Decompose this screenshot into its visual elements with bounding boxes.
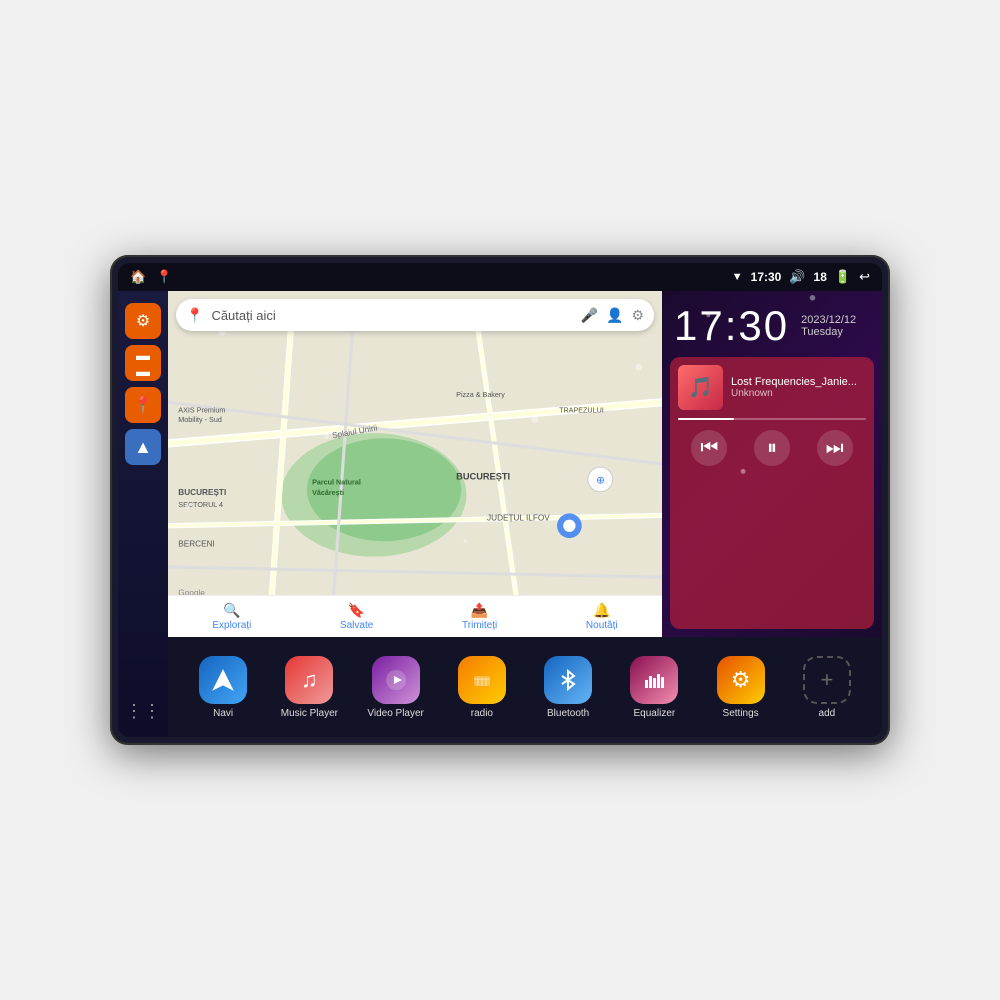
app-grid: Navi ♫ Music Player Video Player	[168, 637, 882, 737]
app-music-player[interactable]: ♫ Music Player	[279, 656, 339, 719]
status-bar: 🏠 📍 ▼ 17:30 🔊 18 🔋 ↩	[118, 263, 882, 291]
device-screen: 🏠 📍 ▼ 17:30 🔊 18 🔋 ↩ ⚙ ▬▬ 📍 ▲ ⋮⋮	[118, 263, 882, 737]
app-bluetooth[interactable]: Bluetooth	[538, 656, 598, 719]
music-title: Lost Frequencies_Janie...	[731, 376, 866, 388]
sidebar: ⚙ ▬▬ 📍 ▲ ⋮⋮	[118, 291, 168, 737]
app-label-eq: Equalizer	[634, 708, 676, 719]
sidebar-folder[interactable]: ▬▬	[125, 345, 161, 381]
clock-section: 17:30 2023/12/12 Tuesday	[662, 291, 882, 357]
right-panel: 17:30 2023/12/12 Tuesday 🎵	[662, 291, 882, 637]
prev-button[interactable]: ⏮	[691, 430, 727, 466]
map-saved[interactable]: 🔖 Salvate	[340, 602, 373, 631]
app-icon-music: ♫	[285, 656, 333, 704]
clock-date: 2023/12/12	[801, 314, 856, 326]
next-button[interactable]: ⏭	[817, 430, 853, 466]
options-icon[interactable]: ⚙	[631, 307, 644, 324]
app-icon-navi	[199, 656, 247, 704]
app-label-video: Video Player	[367, 708, 424, 719]
svg-text:TRAPEZULUI: TRAPEZULUI	[559, 406, 604, 415]
app-icon-settings: ⚙	[717, 656, 765, 704]
app-video-player[interactable]: Video Player	[366, 656, 426, 719]
svg-text:Parcul Natural: Parcul Natural	[312, 478, 361, 487]
music-progress-bar[interactable]	[678, 418, 866, 420]
app-label-radio: radio	[471, 708, 493, 719]
gps-icon[interactable]: 📍	[156, 269, 172, 285]
svg-text:JUDEȚUL ILFOV: JUDEȚUL ILFOV	[487, 514, 550, 523]
google-maps-icon: 📍	[186, 307, 203, 324]
svg-text:Mobility - Sud: Mobility - Sud	[178, 415, 222, 424]
app-navi[interactable]: Navi	[193, 656, 253, 719]
svg-text:Pizza & Bakery: Pizza & Bakery	[456, 390, 505, 399]
device-outer: 🏠 📍 ▼ 17:30 🔊 18 🔋 ↩ ⚙ ▬▬ 📍 ▲ ⋮⋮	[110, 255, 890, 745]
app-label-add: add	[819, 708, 836, 719]
map-explore[interactable]: 🔍 Explorați	[212, 602, 251, 631]
app-label-settings: Settings	[723, 708, 759, 719]
map-bottom-bar: 🔍 Explorați 🔖 Salvate 📤 Trimiteți	[168, 595, 662, 637]
music-artist: Unknown	[731, 388, 866, 399]
app-label-navi: Navi	[213, 708, 233, 719]
map-search-bar[interactable]: 📍 Căutați aici 🎤 👤 ⚙	[176, 299, 654, 331]
battery-level: 18	[814, 270, 827, 284]
music-controls: ⏮ ⏸ ⏭	[678, 430, 866, 466]
status-time: 17:30	[751, 270, 782, 284]
sidebar-navigate[interactable]: ▲	[125, 429, 161, 465]
album-art: 🎵	[678, 365, 723, 410]
map-area[interactable]: Splaiul Unirii BUCUREȘTI SECTORUL 4 BUCU…	[168, 291, 662, 637]
svg-text:BUCUREȘTI: BUCUREȘTI	[178, 488, 226, 497]
app-radio[interactable]: radio	[452, 656, 512, 719]
svg-text:AXIS Premium: AXIS Premium	[178, 406, 225, 415]
app-icon-video	[372, 656, 420, 704]
app-label-music: Music Player	[281, 708, 338, 719]
search-input-text[interactable]: Căutați aici	[211, 308, 572, 323]
app-icon-radio	[458, 656, 506, 704]
mic-icon[interactable]: 🎤	[581, 307, 598, 324]
back-icon[interactable]: ↩	[859, 269, 870, 285]
volume-icon: 🔊	[789, 269, 805, 285]
svg-text:⊕: ⊕	[596, 476, 605, 487]
svg-text:SECTORUL 4: SECTORUL 4	[178, 500, 223, 509]
sidebar-apps[interactable]: ⋮⋮	[125, 693, 161, 729]
play-pause-button[interactable]: ⏸	[754, 430, 790, 466]
home-icon[interactable]: 🏠	[130, 269, 146, 285]
sidebar-map[interactable]: 📍	[125, 387, 161, 423]
map-share[interactable]: 📤 Trimiteți	[462, 602, 497, 631]
app-label-bluetooth: Bluetooth	[547, 708, 589, 719]
clock-time: 17:30	[674, 305, 789, 347]
app-icon-add: +	[803, 656, 851, 704]
app-settings[interactable]: ⚙ Settings	[711, 656, 771, 719]
svg-text:BERCENI: BERCENI	[178, 539, 215, 548]
music-progress-fill	[678, 418, 734, 420]
app-icon-bluetooth	[544, 656, 592, 704]
battery-icon: 🔋	[835, 269, 851, 285]
account-icon[interactable]: 👤	[606, 307, 623, 324]
sidebar-settings[interactable]: ⚙	[125, 303, 161, 339]
clock-day: Tuesday	[801, 326, 856, 338]
music-widget: 🎵 Lost Frequencies_Janie... Unknown	[670, 357, 874, 629]
wifi-icon: ▼	[732, 271, 743, 283]
svg-text:Văcărești: Văcărești	[312, 488, 344, 497]
app-add[interactable]: + add	[797, 656, 857, 719]
app-equalizer[interactable]: Equalizer	[624, 656, 684, 719]
map-news[interactable]: 🔔 Noutăți	[586, 602, 618, 631]
app-icon-eq	[630, 656, 678, 704]
svg-text:BUCUREȘTI: BUCUREȘTI	[456, 471, 510, 481]
